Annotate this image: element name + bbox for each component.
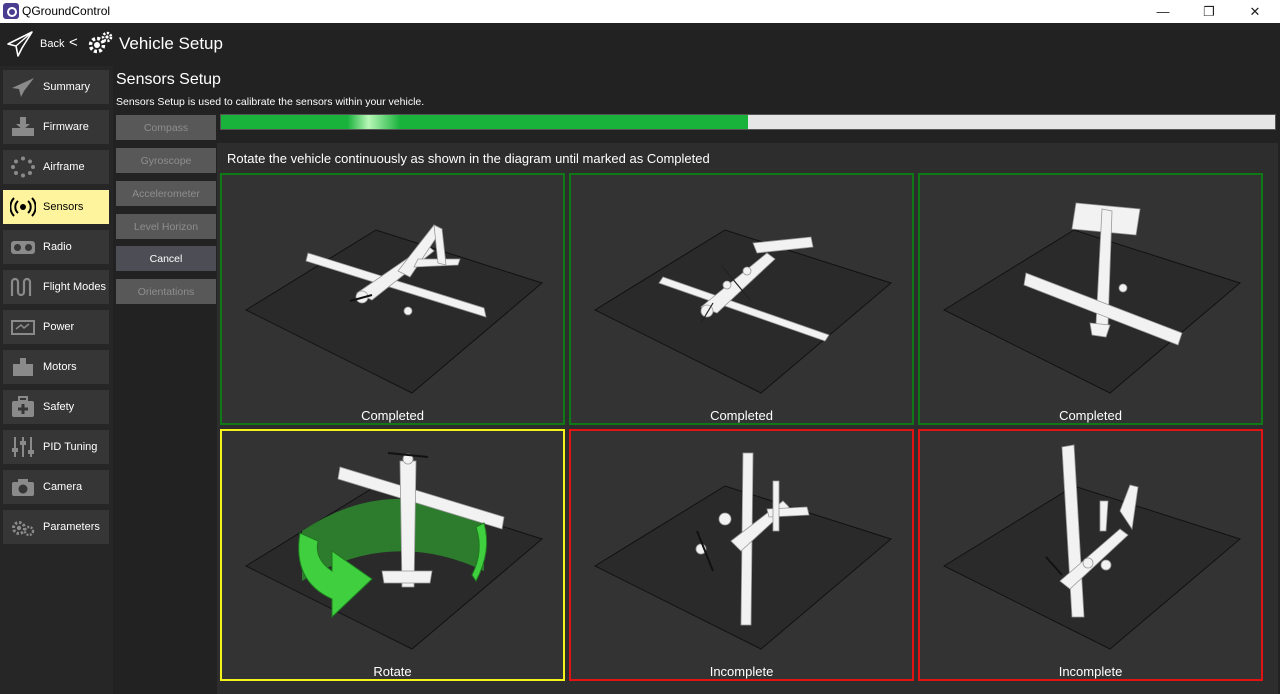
accelerometer-button[interactable]: Accelerometer bbox=[116, 181, 216, 206]
sidebar-item-pid-tuning[interactable]: PID Tuning bbox=[3, 430, 109, 464]
maximize-button[interactable]: ❐ bbox=[1186, 0, 1232, 23]
dots-circle-icon bbox=[8, 155, 38, 179]
setup-sidebar: Summary Firmware Airframe Sensors Radio … bbox=[0, 66, 113, 694]
sidebar-item-label: Power bbox=[43, 321, 75, 333]
tile-status-label: Rotate bbox=[373, 664, 412, 679]
tile-status-label: Completed bbox=[710, 408, 773, 423]
sidebar-item-label: Motors bbox=[43, 361, 77, 373]
waves-icon bbox=[8, 275, 38, 299]
window-title-bar: QGroundControl — ❐ ✕ bbox=[0, 0, 1280, 23]
sidebar-item-radio[interactable]: Radio bbox=[3, 230, 109, 264]
sidebar-item-label: Flight Modes bbox=[43, 281, 106, 293]
sidebar-item-safety[interactable]: Safety bbox=[3, 390, 109, 424]
sidebar-item-motors[interactable]: Motors bbox=[3, 350, 109, 384]
back-button[interactable]: Back bbox=[40, 38, 64, 50]
section-title: Sensors Setup bbox=[116, 71, 221, 88]
tile-status-label: Incomplete bbox=[709, 664, 774, 679]
airplane-inverted-icon bbox=[593, 229, 893, 394]
sidebar-item-airframe[interactable]: Airframe bbox=[3, 150, 109, 184]
compass-button[interactable]: Compass bbox=[116, 115, 216, 140]
calibration-panel: Rotate the vehicle continuously as shown… bbox=[217, 143, 1278, 694]
breadcrumb-separator: < bbox=[69, 34, 78, 51]
first-aid-kit-icon bbox=[8, 395, 38, 419]
sidebar-item-label: Safety bbox=[43, 401, 75, 413]
orientation-tile-left-side: Incomplete bbox=[569, 429, 914, 681]
page-title: Vehicle Setup bbox=[119, 34, 223, 53]
battery-icon bbox=[8, 315, 38, 339]
gear-icon bbox=[88, 31, 113, 54]
app-toolbar: Back < Vehicle Setup bbox=[0, 23, 1280, 66]
sidebar-item-summary[interactable]: Summary bbox=[3, 70, 109, 104]
orientation-tile-right-side: Incomplete bbox=[918, 429, 1263, 681]
orientations-button[interactable]: Orientations bbox=[116, 279, 216, 304]
progress-fill bbox=[221, 115, 748, 129]
sidebar-item-power[interactable]: Power bbox=[3, 310, 109, 344]
sliders-icon bbox=[8, 435, 38, 459]
minimize-button[interactable]: — bbox=[1140, 0, 1186, 23]
sidebar-item-label: Camera bbox=[43, 481, 83, 493]
airplane-level-icon bbox=[244, 224, 544, 394]
sidebar-item-label: PID Tuning bbox=[43, 441, 98, 453]
camera-icon bbox=[8, 475, 38, 499]
sensors-setup-panel: Sensors Setup Sensors Setup is used to c… bbox=[113, 66, 1280, 694]
tile-status-label: Incomplete bbox=[1058, 664, 1123, 679]
sidebar-item-label: Airframe bbox=[43, 161, 85, 173]
paper-plane-icon[interactable] bbox=[6, 30, 34, 58]
sidebar-item-camera[interactable]: Camera bbox=[3, 470, 109, 504]
radio-waves-icon bbox=[8, 195, 38, 219]
section-description: Sensors Setup is used to calibrate the s… bbox=[116, 96, 425, 108]
gears-icon bbox=[8, 515, 38, 539]
restore-icon: ❐ bbox=[1203, 3, 1215, 19]
orientation-tile-inverted: Completed bbox=[569, 173, 914, 425]
sidebar-item-label: Summary bbox=[43, 81, 91, 93]
close-icon: ✕ bbox=[1249, 3, 1261, 19]
orientation-tile-nose-down: Completed bbox=[918, 173, 1263, 425]
download-tray-icon bbox=[8, 115, 38, 139]
airplane-left-side-icon bbox=[593, 452, 893, 650]
level-horizon-button[interactable]: Level Horizon bbox=[116, 214, 216, 239]
paper-plane-icon bbox=[8, 75, 38, 99]
qgc-app-icon bbox=[3, 3, 19, 19]
orientation-tile-nose-up: Rotate bbox=[220, 429, 565, 681]
calibration-instructions: Rotate the vehicle continuously as shown… bbox=[227, 151, 710, 166]
tile-status-label: Completed bbox=[361, 408, 424, 423]
airplane-right-side-icon bbox=[942, 444, 1242, 650]
tile-status-label: Completed bbox=[1059, 408, 1122, 423]
gyroscope-button[interactable]: Gyroscope bbox=[116, 148, 216, 173]
sidebar-item-flight-modes[interactable]: Flight Modes bbox=[3, 270, 109, 304]
motor-icon bbox=[8, 355, 38, 379]
sidebar-item-label: Firmware bbox=[43, 121, 89, 133]
close-button[interactable]: ✕ bbox=[1232, 0, 1278, 23]
orientation-tile-level: Completed bbox=[220, 173, 565, 425]
cancel-button[interactable]: Cancel bbox=[116, 246, 216, 271]
sidebar-item-sensors[interactable]: Sensors bbox=[3, 190, 109, 224]
airplane-nose-up-icon bbox=[244, 452, 544, 650]
sidebar-item-label: Parameters bbox=[43, 521, 100, 533]
sidebar-item-label: Sensors bbox=[43, 201, 84, 213]
window-title: QGroundControl bbox=[22, 4, 111, 18]
calibration-progress-bar bbox=[220, 114, 1276, 130]
sidebar-item-label: Radio bbox=[43, 241, 72, 253]
sidebar-item-firmware[interactable]: Firmware bbox=[3, 110, 109, 144]
minimize-icon: — bbox=[1156, 4, 1170, 19]
sidebar-item-parameters[interactable]: Parameters bbox=[3, 510, 109, 544]
airplane-nose-down-icon bbox=[942, 202, 1242, 394]
radio-transmitter-icon bbox=[8, 235, 38, 259]
